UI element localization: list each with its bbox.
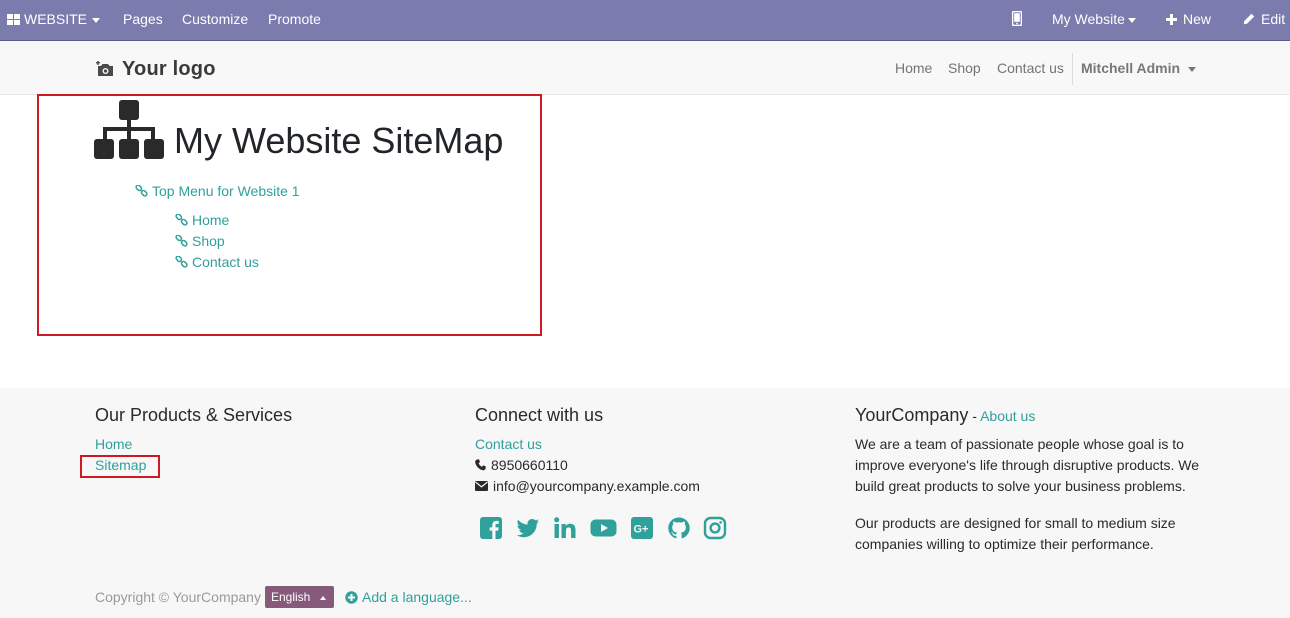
- about-text-2: Our products are designed for small to m…: [855, 515, 1176, 552]
- site-logo[interactable]: Your logo: [96, 55, 216, 83]
- user-name: Mitchell Admin: [1081, 60, 1181, 76]
- website-selector-label: My Website: [1052, 11, 1125, 27]
- new-button[interactable]: New: [1166, 0, 1211, 40]
- phone-number: 8950660110: [491, 457, 568, 473]
- phone-icon: [475, 459, 486, 471]
- footer-contact-link[interactable]: Contact us: [475, 436, 542, 452]
- chevron-down-icon: [1127, 17, 1136, 23]
- envelope-icon: [475, 481, 488, 491]
- apps-grid-icon: [7, 14, 20, 25]
- chevron-down-icon: [92, 17, 101, 23]
- youtube-icon[interactable]: [590, 516, 617, 540]
- instagram-icon[interactable]: [703, 516, 727, 540]
- svg-text:G+: G+: [634, 524, 649, 536]
- mobile-preview-button[interactable]: [1011, 0, 1023, 40]
- github-icon[interactable]: [667, 516, 691, 540]
- add-language-label: Add a language...: [362, 589, 472, 605]
- admin-navbar: WEBSITE Pages Customize Promote My Websi…: [0, 0, 1290, 41]
- pages-menu[interactable]: Pages: [123, 0, 163, 40]
- plus-icon: [1166, 14, 1177, 25]
- pencil-icon: [1243, 13, 1255, 25]
- edit-label: Edit: [1261, 11, 1286, 27]
- footer-connect-heading: Connect with us: [475, 405, 604, 425]
- email-address: info@yourcompany.example.com: [493, 478, 700, 494]
- linkedin-icon[interactable]: [553, 516, 577, 540]
- footer-phone: 8950660110: [475, 457, 568, 473]
- highlight-box-sitemap-link: [80, 455, 160, 478]
- customize-menu[interactable]: Customize: [182, 0, 248, 40]
- nav-shop[interactable]: Shop: [948, 41, 981, 95]
- new-label: New: [1183, 11, 1212, 27]
- app-menu-toggle[interactable]: WEBSITE: [7, 0, 101, 40]
- user-menu[interactable]: Mitchell Admin: [1081, 41, 1197, 95]
- about-us-link[interactable]: About us: [980, 408, 1035, 424]
- nav-contact-us[interactable]: Contact us: [997, 41, 1064, 95]
- app-menu-label: WEBSITE: [24, 11, 88, 27]
- highlight-box-sitemap: [37, 94, 542, 336]
- about-text-1: We are a team of passionate people whose…: [855, 436, 1200, 494]
- nav-divider: [1072, 53, 1073, 85]
- promote-menu[interactable]: Promote: [268, 0, 321, 40]
- company-separator: -: [968, 408, 981, 424]
- chevron-down-icon: [1188, 66, 1197, 72]
- chevron-up-icon: [320, 595, 327, 600]
- camera-icon: [96, 60, 113, 76]
- twitter-icon[interactable]: [516, 516, 540, 540]
- google-plus-icon[interactable]: G+: [630, 516, 654, 540]
- mobile-phone-icon: [1011, 10, 1023, 27]
- language-selector[interactable]: English: [265, 586, 334, 608]
- website-selector[interactable]: My Website: [1052, 0, 1136, 40]
- footer-products-heading: Our Products & Services: [95, 405, 293, 425]
- add-language-link[interactable]: Add a language...: [345, 589, 472, 605]
- website-header: Your logo Home Shop Contact us Mitchell …: [0, 41, 1290, 95]
- plus-circle-icon: [345, 590, 358, 604]
- nav-home[interactable]: Home: [895, 41, 932, 95]
- copyright-text: Copyright © YourCompany: [95, 589, 261, 605]
- language-label: English: [271, 590, 311, 604]
- footer-link-home[interactable]: Home: [95, 436, 132, 452]
- footer-email: info@yourcompany.example.com: [475, 478, 700, 494]
- logo-text: Your logo: [122, 57, 216, 80]
- edit-button[interactable]: Edit: [1243, 0, 1285, 40]
- footer-company-heading: YourCompany - About us: [855, 405, 1035, 426]
- company-name: YourCompany: [855, 405, 969, 425]
- facebook-icon[interactable]: [479, 516, 503, 540]
